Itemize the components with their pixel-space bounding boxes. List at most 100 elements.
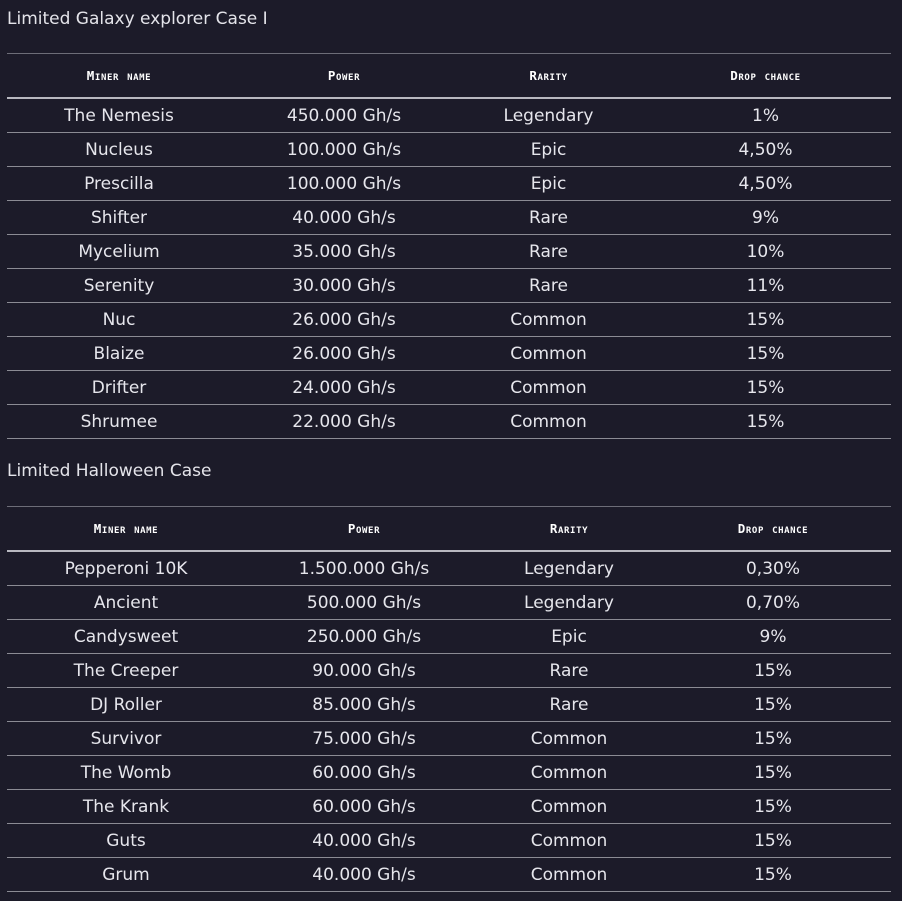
miner-name-cell: Mycelium xyxy=(7,234,231,269)
table-row: Guts 40.000 Gh/s Common 15% xyxy=(7,823,891,858)
power-cell: 40.000 Gh/s xyxy=(245,857,483,892)
table-row: Shrumee 22.000 Gh/s Common 15% xyxy=(7,404,891,439)
miner-name-cell: Nucleus xyxy=(7,132,231,167)
drop-chance-cell: 15% xyxy=(640,302,891,337)
rarity-cell: Common xyxy=(457,404,640,439)
table-row: Shifter 40.000 Gh/s Rare 9% xyxy=(7,200,891,235)
section-title: Limited Galaxy explorer Case I xyxy=(7,9,268,29)
table-row: The Womb 60.000 Gh/s Common 15% xyxy=(7,755,891,790)
miner-name-cell: Ancient xyxy=(7,585,245,620)
column-header-power: Power xyxy=(245,506,483,552)
miner-name-cell: Guts xyxy=(7,823,245,858)
power-cell: 24.000 Gh/s xyxy=(231,370,457,405)
miner-name-cell: The Nemesis xyxy=(7,98,231,133)
drop-chance-cell: 9% xyxy=(655,619,891,654)
table-row: DJ Roller 85.000 Gh/s Rare 15% xyxy=(7,687,891,722)
miner-name-cell: Prescilla xyxy=(7,166,231,201)
drop-chance-cell: 15% xyxy=(640,336,891,371)
drop-chance-cell: 11% xyxy=(640,268,891,303)
rarity-cell: Common xyxy=(483,755,655,790)
power-cell: 22.000 Gh/s xyxy=(231,404,457,439)
rarity-cell: Common xyxy=(483,823,655,858)
drop-chance-cell: 1% xyxy=(640,98,891,133)
rarity-cell: Common xyxy=(483,789,655,824)
miner-name-cell: Shrumee xyxy=(7,404,231,439)
miner-name-cell: Blaize xyxy=(7,336,231,371)
table-row: Serenity 30.000 Gh/s Rare 11% xyxy=(7,268,891,303)
drop-chance-cell: 15% xyxy=(655,653,891,688)
drop-chance-cell: 10% xyxy=(640,234,891,269)
drop-chance-cell: 9% xyxy=(640,200,891,235)
power-cell: 26.000 Gh/s xyxy=(231,302,457,337)
table-row: The Creeper 90.000 Gh/s Rare 15% xyxy=(7,653,891,688)
power-cell: 100.000 Gh/s xyxy=(231,166,457,201)
miner-name-cell: Nuc xyxy=(7,302,231,337)
power-cell: 500.000 Gh/s xyxy=(245,585,483,620)
miner-name-cell: Candysweet xyxy=(7,619,245,654)
table-row: Prescilla 100.000 Gh/s Epic 4,50% xyxy=(7,166,891,201)
rarity-cell: Legendary xyxy=(483,585,655,620)
miner-name-cell: Grum xyxy=(7,857,245,892)
table-header-row: Miner name Power Rarity Drop chance xyxy=(7,53,891,99)
drop-chance-cell: 0,30% xyxy=(655,551,891,586)
miner-name-cell: Serenity xyxy=(7,268,231,303)
drop-chance-cell: 15% xyxy=(640,404,891,439)
rarity-cell: Rare xyxy=(457,200,640,235)
table-row: The Krank 60.000 Gh/s Common 15% xyxy=(7,789,891,824)
table-row: Ancient 500.000 Gh/s Legendary 0,70% xyxy=(7,585,891,620)
table-row: Grum 40.000 Gh/s Common 15% xyxy=(7,857,891,892)
power-cell: 90.000 Gh/s xyxy=(245,653,483,688)
drop-chance-cell: 15% xyxy=(655,721,891,756)
rarity-cell: Legendary xyxy=(457,98,640,133)
table-row: Nuc 26.000 Gh/s Common 15% xyxy=(7,302,891,337)
power-cell: 75.000 Gh/s xyxy=(245,721,483,756)
rarity-cell: Legendary xyxy=(483,551,655,586)
power-cell: 250.000 Gh/s xyxy=(245,619,483,654)
drop-chance-cell: 15% xyxy=(655,687,891,722)
table-row: Pepperoni 10K 1.500.000 Gh/s Legendary 0,30… xyxy=(7,551,891,586)
power-cell: 30.000 Gh/s xyxy=(231,268,457,303)
miner-name-cell: Pepperoni 10K xyxy=(7,551,245,586)
column-header-drop-chance: Drop chance xyxy=(655,506,891,552)
power-cell: 35.000 Gh/s xyxy=(231,234,457,269)
power-cell: 40.000 Gh/s xyxy=(231,200,457,235)
miner-name-cell: Survivor xyxy=(7,721,245,756)
rarity-cell: Rare xyxy=(457,268,640,303)
miner-name-cell: The Krank xyxy=(7,789,245,824)
column-header-rarity: Rarity xyxy=(483,506,655,552)
power-cell: 450.000 Gh/s xyxy=(231,98,457,133)
table-row: Nucleus 100.000 Gh/s Epic 4,50% xyxy=(7,132,891,167)
power-cell: 26.000 Gh/s xyxy=(231,336,457,371)
rarity-cell: Epic xyxy=(483,619,655,654)
rarity-cell: Common xyxy=(483,721,655,756)
drop-table: Miner name Power Rarity Drop chance Pepp… xyxy=(7,506,891,892)
table-row: Blaize 26.000 Gh/s Common 15% xyxy=(7,336,891,371)
table-row: Drifter 24.000 Gh/s Common 15% xyxy=(7,370,891,405)
miner-name-cell: DJ Roller xyxy=(7,687,245,722)
miner-name-cell: The Womb xyxy=(7,755,245,790)
table-row: The Nemesis 450.000 Gh/s Legendary 1% xyxy=(7,98,891,133)
rarity-cell: Common xyxy=(457,336,640,371)
column-header-drop-chance: Drop chance xyxy=(640,53,891,99)
drop-chance-cell: 15% xyxy=(655,823,891,858)
power-cell: 1.500.000 Gh/s xyxy=(245,551,483,586)
drop-chance-cell: 15% xyxy=(655,857,891,892)
table-header-row: Miner name Power Rarity Drop chance xyxy=(7,506,891,552)
drop-chance-cell: 4,50% xyxy=(640,132,891,167)
rarity-cell: Epic xyxy=(457,166,640,201)
table-row: Mycelium 35.000 Gh/s Rare 10% xyxy=(7,234,891,269)
power-cell: 100.000 Gh/s xyxy=(231,132,457,167)
drop-chance-cell: 15% xyxy=(655,755,891,790)
miner-name-cell: Drifter xyxy=(7,370,231,405)
table-row: Survivor 75.000 Gh/s Common 15% xyxy=(7,721,891,756)
rarity-cell: Rare xyxy=(457,234,640,269)
section-title: Limited Halloween Case xyxy=(7,461,212,481)
drop-chance-cell: 0,70% xyxy=(655,585,891,620)
column-header-miner-name: Miner name xyxy=(7,53,231,99)
drop-chance-cell: 15% xyxy=(640,370,891,405)
drop-chance-cell: 4,50% xyxy=(640,166,891,201)
power-cell: 40.000 Gh/s xyxy=(245,823,483,858)
power-cell: 60.000 Gh/s xyxy=(245,789,483,824)
rarity-cell: Common xyxy=(457,302,640,337)
miner-name-cell: The Creeper xyxy=(7,653,245,688)
